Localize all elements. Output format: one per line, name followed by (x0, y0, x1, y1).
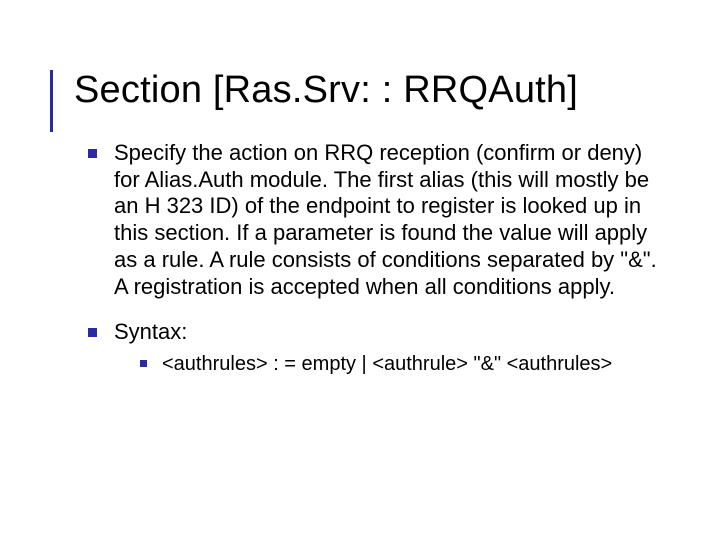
list-item: Syntax: <authrules> : = empty | <authrul… (88, 319, 670, 377)
accent-bar (50, 70, 53, 132)
slide-title: Section [Ras.Srv: : RRQAuth] (74, 70, 670, 112)
bullet-list: Specify the action on RRQ reception (con… (88, 140, 670, 377)
sub-bullet-list: <authrules> : = empty | <authrule> "&" <… (140, 352, 670, 377)
list-item: <authrules> : = empty | <authrule> "&" <… (140, 352, 670, 377)
bullet-text: Specify the action on RRQ reception (con… (114, 140, 657, 299)
bullet-text: Syntax: (114, 319, 187, 344)
list-item: Specify the action on RRQ reception (con… (88, 140, 670, 301)
sub-bullet-text: <authrules> : = empty | <authrule> "&" <… (162, 353, 612, 375)
slide: Section [Ras.Srv: : RRQAuth] Specify the… (0, 0, 720, 540)
